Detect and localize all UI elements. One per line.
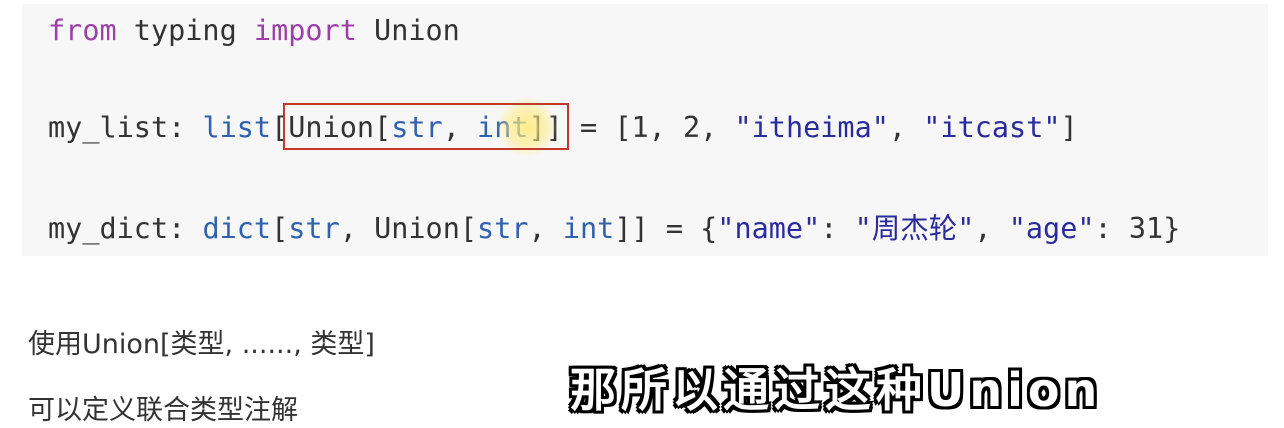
colon: :	[1094, 212, 1129, 245]
colon: :	[168, 111, 203, 144]
code-block: from typing import Union my_list: list[U…	[22, 4, 1268, 256]
assign: = {	[648, 212, 718, 245]
number-literal: 1	[631, 111, 649, 144]
comma: ,	[648, 111, 683, 144]
code-line-dict: my_dict: dict[str, Union[str, int]] = {"…	[48, 209, 1180, 249]
comma: ,	[528, 212, 563, 245]
annotation-box	[283, 103, 569, 150]
type-int: int	[562, 212, 615, 245]
bracket: ]	[1060, 111, 1078, 144]
type-str: str	[288, 212, 340, 245]
string-literal: "age"	[1008, 212, 1095, 245]
number-literal: 2	[682, 111, 701, 144]
string-literal: "itcast"	[923, 111, 1061, 144]
string-literal: "name"	[717, 212, 821, 245]
comma: ,	[888, 111, 924, 144]
var-my-dict: my_dict	[48, 212, 169, 245]
keyword-from: from	[48, 14, 117, 47]
union-name: Union	[374, 212, 460, 245]
string-literal: "周杰轮"	[854, 212, 975, 245]
type-list: list	[202, 111, 272, 144]
type-str: str	[477, 212, 529, 245]
module-name: typing	[116, 14, 254, 47]
type-dict: dict	[202, 212, 272, 245]
comma: ,	[339, 212, 375, 245]
bracket: }	[1163, 212, 1181, 245]
note-description: 可以定义联合类型注解	[28, 395, 298, 426]
import-name: Union	[356, 14, 460, 47]
code-line-import: from typing import Union	[48, 11, 460, 51]
keyword-import: import	[253, 14, 357, 47]
note-usage: 使用Union[类型, ......, 类型]	[28, 329, 375, 360]
video-subtitle: 那所以通过这种Union	[570, 363, 1103, 417]
var-my-list: my_list	[48, 111, 169, 144]
colon: :	[820, 212, 855, 245]
string-literal: "itheima"	[734, 111, 889, 144]
bracket: ]]	[614, 212, 649, 245]
number-literal: 31	[1128, 212, 1164, 245]
comma: ,	[974, 212, 1009, 245]
comma: ,	[700, 111, 735, 144]
colon: :	[168, 212, 203, 245]
assign: = [	[562, 111, 632, 144]
bracket: [	[271, 212, 289, 245]
bracket: [	[459, 212, 478, 245]
